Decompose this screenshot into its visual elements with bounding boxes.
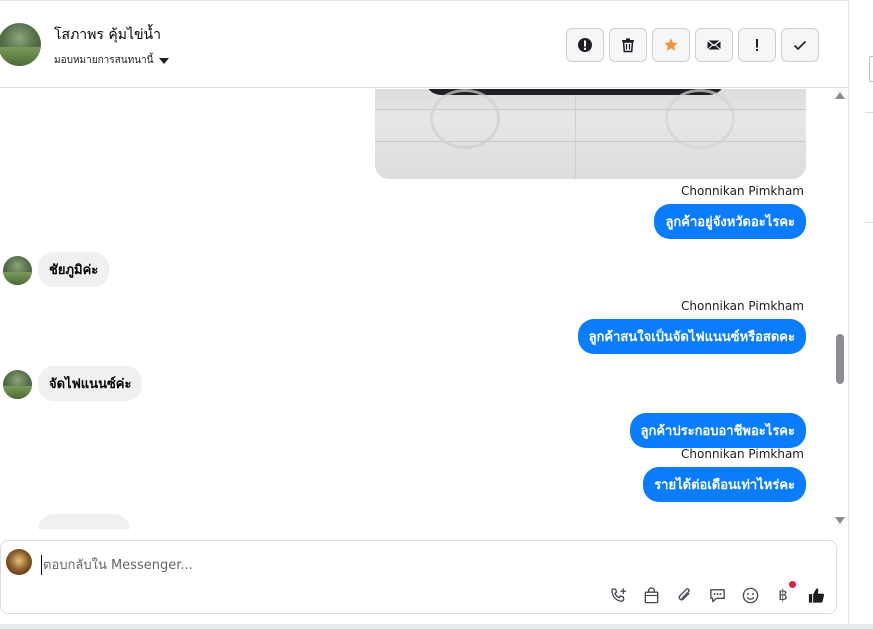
checkmark-icon xyxy=(793,40,807,51)
composer-tools: ฿ xyxy=(608,581,826,605)
emoji-button[interactable] xyxy=(740,585,760,605)
messenger-inbox-window: โสภาพร คุ้มไข่น้ำ มอบหมายการสนทนานี้ Cho… xyxy=(0,0,873,629)
exclamation-icon xyxy=(756,39,758,51)
outgoing-message[interactable]: ลูกค้าอยู่จังหวัดอะไรคะ xyxy=(654,204,806,239)
shopping-bag-icon xyxy=(644,586,658,603)
emoji-icon xyxy=(742,587,758,603)
envelope-icon xyxy=(707,39,721,50)
contact-name[interactable]: โสภาพร คุ้มไข่น้ำ xyxy=(54,24,161,46)
notification-dot xyxy=(789,581,796,588)
baht-icon: ฿ xyxy=(778,586,788,604)
outgoing-message[interactable]: รายได้ต่อเดือนเท่าไหร่คะ xyxy=(643,467,806,502)
sender-name: Chonnikan Pimkham xyxy=(681,299,804,313)
delete-button[interactable] xyxy=(609,28,647,62)
window-bottom-edge xyxy=(0,624,873,629)
contact-avatar[interactable] xyxy=(0,23,41,66)
star-button[interactable] xyxy=(652,28,690,62)
exclamation-circle-icon xyxy=(578,38,592,52)
saved-replies-button[interactable] xyxy=(707,585,727,605)
phone-plus-icon xyxy=(610,587,626,602)
thread-scrollbar[interactable] xyxy=(832,89,848,529)
mark-done-button[interactable] xyxy=(781,28,819,62)
outgoing-message[interactable]: ลูกค้าประกอบอาชีพอะไรคะ xyxy=(629,413,806,448)
scroll-thumb[interactable] xyxy=(836,334,844,384)
outgoing-message[interactable]: ลูกค้าสนใจเป็นจัดไฟแนนซ์หรือสดคะ xyxy=(577,319,806,354)
star-icon xyxy=(664,38,678,51)
like-button[interactable] xyxy=(806,585,826,605)
trash-icon xyxy=(622,38,634,53)
mark-unread-button[interactable] xyxy=(695,28,733,62)
assign-conversation-label: มอบหมายการสนทนานี้ xyxy=(54,55,154,66)
message-thread[interactable]: Chonnikan Pimkham ลูกค้าอยู่จังหวัดอะไรค… xyxy=(0,89,848,529)
caret-down-icon xyxy=(159,57,170,64)
sender-name: Chonnikan Pimkham xyxy=(681,447,804,461)
chat-bubble-icon xyxy=(709,588,725,602)
incoming-message-partial xyxy=(38,514,130,529)
scroll-down-arrow-icon[interactable] xyxy=(835,517,845,524)
shared-photo-car[interactable] xyxy=(375,89,806,179)
reply-input[interactable] xyxy=(41,555,741,575)
contact-avatar-small xyxy=(3,256,32,285)
thumbs-up-icon xyxy=(808,587,824,603)
call-button[interactable] xyxy=(608,585,628,605)
report-spam-button[interactable] xyxy=(566,28,604,62)
payment-button[interactable]: ฿ xyxy=(773,581,796,605)
attach-button[interactable] xyxy=(674,585,694,605)
scroll-up-arrow-icon[interactable] xyxy=(835,92,845,99)
follow-up-button[interactable] xyxy=(738,28,776,62)
sender-name: Chonnikan Pimkham xyxy=(681,184,804,198)
paperclip-icon xyxy=(678,587,690,600)
page-avatar xyxy=(6,549,32,575)
shop-button[interactable] xyxy=(641,585,661,605)
incoming-message[interactable]: ชัยภูมิค่ะ xyxy=(38,252,110,287)
header-actions xyxy=(566,28,819,62)
side-panel-edge xyxy=(848,0,873,629)
incoming-message[interactable]: จัดไฟแนนซ์ค่ะ xyxy=(38,366,143,401)
contact-avatar-small xyxy=(3,370,32,399)
message-composer: ฿ xyxy=(0,540,837,614)
assign-conversation-dropdown[interactable]: มอบหมายการสนทนานี้ xyxy=(54,53,170,68)
conversation-header: โสภาพร คุ้มไข่น้ำ มอบหมายการสนทนานี้ xyxy=(0,0,848,88)
